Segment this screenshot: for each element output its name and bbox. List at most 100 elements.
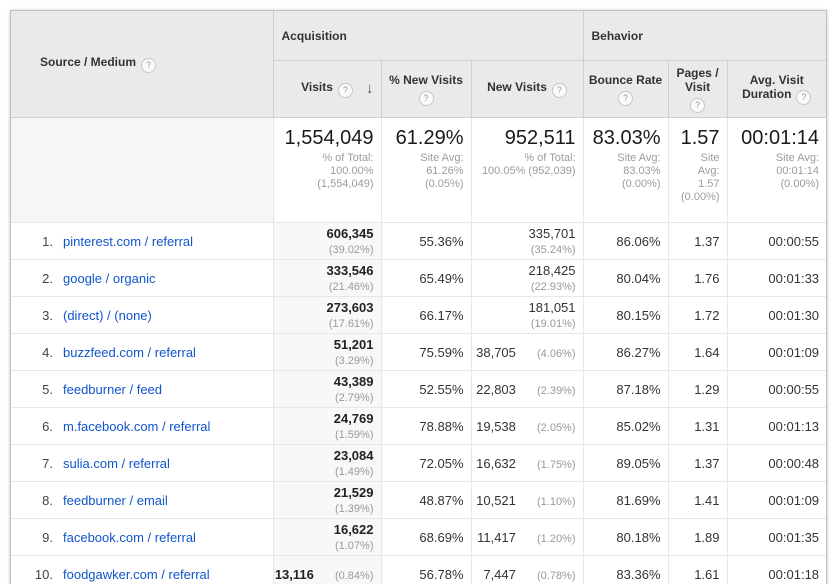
- table-row: 9. facebook.com / referral 16,622 (1.07%)…: [11, 519, 826, 556]
- new-visits-percent: (1.10%): [520, 496, 576, 508]
- help-icon[interactable]: ?: [552, 83, 567, 98]
- visits-percent: (39.02%): [318, 244, 374, 256]
- pages-visit-cell: 1.76: [668, 260, 727, 297]
- new-visits-value: 335,701: [529, 226, 576, 241]
- source-medium-column-header[interactable]: Source / Medium?: [11, 11, 273, 118]
- help-icon[interactable]: ?: [618, 91, 633, 106]
- visits-percent: (1.07%): [318, 540, 374, 552]
- source-medium-cell: 7. sulia.com / referral: [11, 445, 273, 482]
- avg-visit-duration-value: 00:01:30: [768, 308, 819, 323]
- visits-value: 273,603: [327, 300, 374, 315]
- new-visits-total-value: 952,511: [473, 127, 576, 149]
- help-icon[interactable]: ?: [690, 98, 705, 113]
- source-link[interactable]: facebook.com / referral: [63, 530, 196, 545]
- new-visits-percent: (1.75%): [520, 459, 576, 471]
- bounce-rate-cell: 86.27%: [583, 334, 668, 371]
- pages-visit-value: 1.72: [694, 308, 719, 323]
- pct-new-visits-column-header[interactable]: % New Visits ?: [381, 61, 471, 118]
- source-link[interactable]: sulia.com / referral: [63, 456, 170, 471]
- pct-new-visits-cell: 56.78%: [381, 556, 471, 584]
- pages-visit-value: 1.31: [694, 419, 719, 434]
- help-icon[interactable]: ?: [141, 58, 156, 73]
- bounce-rate-value: 83.36%: [616, 567, 660, 582]
- bounce-rate-column-header[interactable]: Bounce Rate ?: [583, 61, 668, 118]
- help-icon[interactable]: ?: [338, 83, 353, 98]
- new-visits-percent: (35.24%): [520, 244, 576, 256]
- totals-row: 1,554,049 % of Total:100.00%(1,554,049) …: [11, 118, 826, 223]
- pct-new-visits-value: 48.87%: [419, 493, 463, 508]
- pages-visit-value: 1.64: [694, 345, 719, 360]
- source-medium-label: Source / Medium: [40, 55, 136, 69]
- new-visits-total-cell: 952,511 % of Total:100.05% (952,039): [471, 118, 583, 223]
- new-visits-total-subtext: % of Total:100.05% (952,039): [473, 152, 576, 178]
- source-link[interactable]: feedburner / feed: [63, 382, 162, 397]
- acquisition-group-header: Acquisition: [273, 11, 583, 61]
- bounce-rate-cell: 87.18%: [583, 371, 668, 408]
- source-link[interactable]: buzzfeed.com / referral: [63, 345, 196, 360]
- pct-new-visits-cell: 68.69%: [381, 519, 471, 556]
- pages-visit-column-header[interactable]: Pages / Visit ?: [668, 61, 727, 118]
- pages-visit-cell: 1.61: [668, 556, 727, 584]
- visits-column-header[interactable]: Visits? ↓: [273, 61, 381, 118]
- pct-new-visits-value: 68.69%: [419, 530, 463, 545]
- pct-new-visits-cell: 78.88%: [381, 408, 471, 445]
- new-visits-cell: 218,425 (22.93%): [471, 260, 583, 297]
- bounce-rate-value: 80.18%: [616, 530, 660, 545]
- row-index: 9.: [27, 530, 53, 545]
- help-icon[interactable]: ?: [796, 90, 811, 105]
- avg-visit-duration-cell: 00:01:13: [727, 408, 826, 445]
- source-link[interactable]: feedburner / email: [63, 493, 168, 508]
- visits-value: 606,345: [327, 226, 374, 241]
- pages-visit-value: 1.61: [694, 567, 719, 582]
- avg-visit-duration-total-value: 00:01:14: [729, 127, 820, 149]
- visits-cell: 21,529 (1.39%): [273, 482, 381, 519]
- avg-visit-duration-cell: 00:01:09: [727, 334, 826, 371]
- help-icon[interactable]: ?: [419, 91, 434, 106]
- pages-visit-cell: 1.41: [668, 482, 727, 519]
- table-row: 3.(direct) / (none) 273,603 (17.61%) 66.…: [11, 297, 826, 334]
- row-index: 2.: [27, 271, 53, 286]
- source-link[interactable]: m.facebook.com / referral: [63, 419, 210, 434]
- new-visits-column-header[interactable]: New Visits?: [471, 61, 583, 118]
- visits-cell: 273,603 (17.61%): [273, 297, 381, 334]
- row-index: 7.: [27, 456, 53, 471]
- new-visits-cell: 38,705 (4.06%): [471, 334, 583, 371]
- source-link[interactable]: pinterest.com / referral: [63, 234, 193, 249]
- source-link[interactable]: google / organic: [63, 271, 156, 286]
- pct-new-visits-value: 52.55%: [419, 382, 463, 397]
- bounce-rate-value: 86.06%: [616, 234, 660, 249]
- avg-visit-duration-cell: 00:01:09: [727, 482, 826, 519]
- source-medium-cell: 6. m.facebook.com / referral: [11, 408, 273, 445]
- visits-value: 333,546: [327, 263, 374, 278]
- new-visits-value: 16,632: [476, 456, 516, 471]
- bounce-rate-value: 85.02%: [616, 419, 660, 434]
- visits-percent: (0.84%): [318, 570, 374, 582]
- sort-descending-icon[interactable]: ↓: [366, 82, 374, 96]
- visits-value: 24,769: [334, 411, 374, 426]
- avg-visit-duration-value: 00:01:33: [768, 271, 819, 286]
- row-index: 6.: [27, 419, 53, 434]
- avg-visit-duration-value: 00:01:13: [768, 419, 819, 434]
- pct-new-visits-value: 78.88%: [419, 419, 463, 434]
- source-link[interactable]: (direct) / (none): [63, 308, 152, 323]
- pct-new-visits-cell: 66.17%: [381, 297, 471, 334]
- visits-value: 43,389: [334, 374, 374, 389]
- pct-new-visits-cell: 72.05%: [381, 445, 471, 482]
- visits-cell: 16,622 (1.07%): [273, 519, 381, 556]
- source-medium-cell: 3.(direct) / (none): [11, 297, 273, 334]
- pct-new-visits-total-subtext: Site Avg:61.26%(0.05%): [383, 152, 464, 191]
- pct-new-visits-value: 66.17%: [419, 308, 463, 323]
- pct-new-visits-value: 72.05%: [419, 456, 463, 471]
- pct-new-visits-value: 56.78%: [419, 567, 463, 582]
- table-row: 1.pinterest.com / referral 606,345 (39.0…: [11, 223, 826, 260]
- pages-visit-value: 1.89: [694, 530, 719, 545]
- visits-total-value: 1,554,049: [275, 127, 374, 149]
- bounce-rate-label: Bounce Rate: [589, 73, 662, 87]
- avg-visit-duration-column-header[interactable]: Avg. Visit Duration?: [727, 61, 826, 118]
- new-visits-cell: 7,447 (0.78%): [471, 556, 583, 584]
- pages-visit-value: 1.37: [694, 456, 719, 471]
- source-link[interactable]: foodgawker.com / referral: [63, 567, 210, 582]
- visits-cell: 606,345 (39.02%): [273, 223, 381, 260]
- visits-value: 16,622: [334, 522, 374, 537]
- new-visits-cell: 335,701 (35.24%): [471, 223, 583, 260]
